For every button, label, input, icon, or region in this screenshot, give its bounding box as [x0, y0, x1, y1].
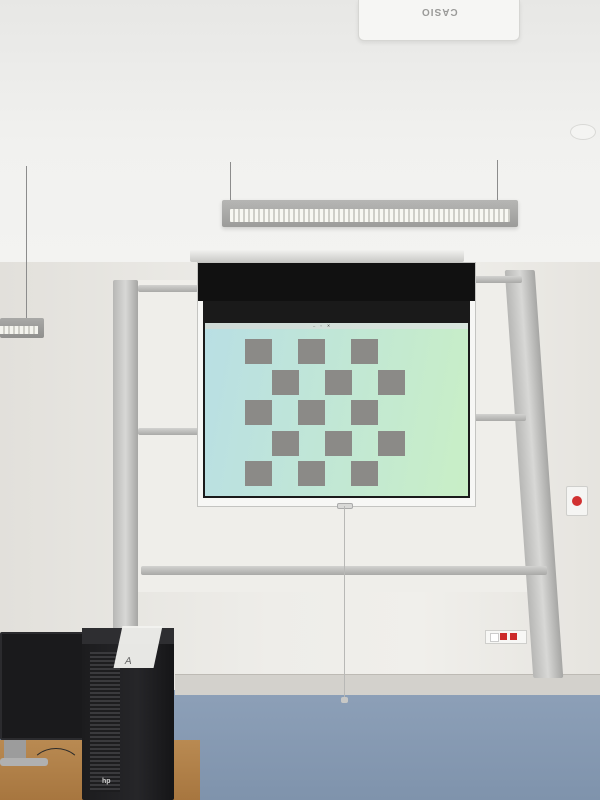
checker-square	[245, 339, 272, 364]
left-lamp-wire	[26, 166, 27, 318]
checker-square	[298, 339, 325, 364]
projection-screen: ‒ ▫ ✕	[197, 262, 476, 507]
lamp-wire-left	[230, 162, 231, 202]
checker-square	[377, 369, 405, 395]
switch-red-button	[572, 496, 582, 506]
wall-rail-left	[113, 280, 138, 630]
projector-brand-label: CASIO	[421, 6, 458, 17]
checker-square	[351, 461, 378, 486]
checker-square	[245, 400, 272, 425]
pull-cord-end	[341, 697, 348, 703]
screen-top-border	[198, 263, 475, 301]
checkerboard-pattern	[205, 329, 468, 496]
checker-square	[324, 369, 352, 395]
power-outlet-panel	[485, 630, 527, 644]
paper-mark: A	[123, 656, 133, 667]
ceiling-light-fixture	[222, 200, 518, 227]
top-rail-left	[138, 285, 198, 292]
checker-square	[245, 461, 272, 486]
emergency-switch	[566, 486, 588, 516]
outlet-white	[490, 633, 499, 642]
projection-screen-housing	[190, 250, 464, 262]
checker-square	[271, 369, 299, 395]
screen-pull-handle	[337, 503, 353, 509]
projected-display: ‒ ▫ ✕	[203, 301, 470, 498]
screen-pull-cord	[344, 506, 345, 698]
checker-square	[351, 339, 378, 364]
checker-square	[377, 430, 405, 456]
ceiling-light-fixture-left	[0, 318, 44, 338]
light-diffuser-grid-left	[0, 326, 38, 334]
pc-brand-logo: hp	[102, 778, 111, 785]
checker-square	[298, 400, 325, 425]
checker-square	[351, 400, 378, 425]
pc-front-grille	[90, 652, 120, 792]
light-diffuser-grid	[230, 209, 510, 222]
ceiling-projector: CASIO	[358, 0, 520, 41]
checker-square	[271, 430, 299, 456]
outlet-red-2	[510, 633, 517, 640]
checker-square	[324, 430, 352, 456]
smoke-detector	[570, 124, 596, 140]
outlet-red-1	[500, 633, 507, 640]
desk-cable	[30, 748, 82, 790]
middle-rail-left	[138, 428, 200, 435]
lamp-wire-right	[497, 160, 498, 202]
checker-square	[298, 461, 325, 486]
